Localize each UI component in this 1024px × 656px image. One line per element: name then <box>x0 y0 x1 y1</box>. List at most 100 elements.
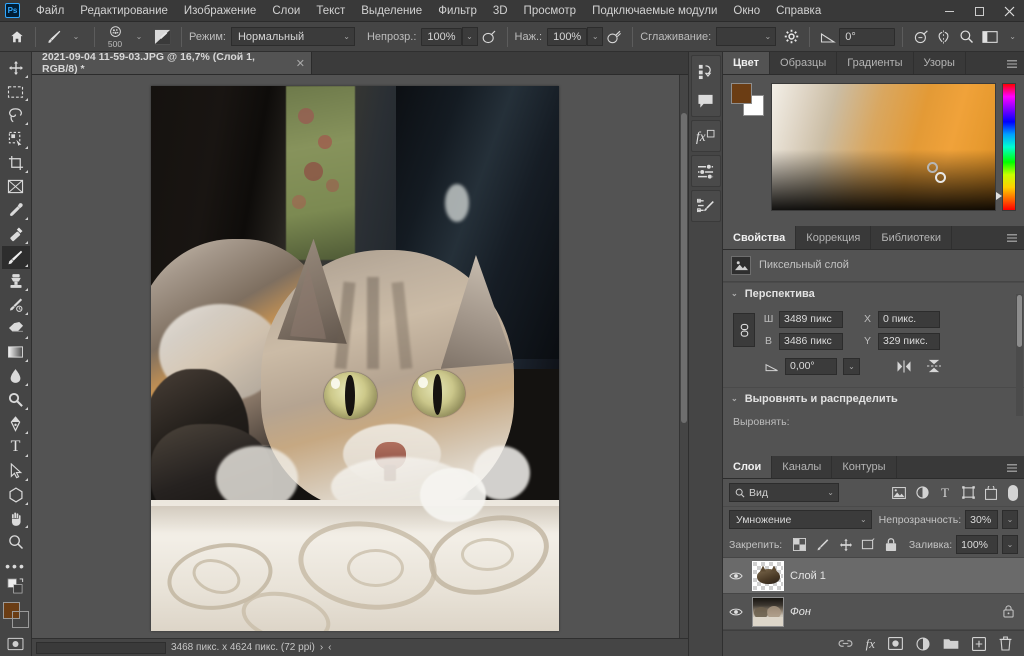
lock-position-icon[interactable] <box>836 536 855 554</box>
pressure-size-icon[interactable] <box>910 26 932 48</box>
path-selection-tool[interactable] <box>2 459 30 483</box>
workspace-chevron-down-icon[interactable]: ⌄ <box>1009 32 1016 41</box>
flow-input[interactable]: 100% <box>547 27 588 46</box>
menu-item-help[interactable]: Справка <box>768 2 829 20</box>
menu-item-text[interactable]: Текст <box>308 2 353 20</box>
fill-input[interactable]: 100% <box>956 535 999 554</box>
flip-horizontal-icon[interactable] <box>896 360 912 373</box>
table-row[interactable]: Фон <box>723 594 1024 630</box>
canvas-viewport[interactable] <box>32 75 688 638</box>
opacity-input[interactable]: 100% <box>421 27 462 46</box>
minimize-button[interactable] <box>934 0 964 22</box>
menu-item-layers[interactable]: Слои <box>264 2 308 20</box>
new-group-icon[interactable] <box>943 637 959 650</box>
zoom-tool[interactable] <box>2 530 30 554</box>
horizontal-type-tool[interactable]: T <box>2 436 30 460</box>
tab-swatches[interactable]: Образцы <box>770 52 838 75</box>
rotation-caret[interactable]: ⌄ <box>843 357 860 375</box>
layer-name[interactable]: Фон <box>790 606 997 618</box>
home-icon[interactable] <box>6 26 28 48</box>
adjustments-icon[interactable] <box>692 156 720 186</box>
y-input[interactable]: 329 пикс. <box>878 332 940 350</box>
brush-tool-preset-caret[interactable]: ⌄ <box>65 26 87 48</box>
menu-item-edit[interactable]: Редактирование <box>72 2 176 20</box>
menu-item-filter[interactable]: Фильтр <box>430 2 485 20</box>
new-adjustment-layer-icon[interactable] <box>916 636 930 651</box>
eraser-tool[interactable] <box>2 317 30 341</box>
status-chevron-icon[interactable]: ‹ <box>328 642 331 653</box>
link-layers-icon[interactable] <box>838 638 853 649</box>
layer-thumbnail[interactable] <box>752 596 784 627</box>
pressure-opacity-icon[interactable] <box>478 26 500 48</box>
maximize-button[interactable] <box>964 0 994 22</box>
color-ramp[interactable] <box>771 83 996 212</box>
width-input[interactable]: 3489 пикс <box>779 310 843 328</box>
panel-menu-icon[interactable] <box>1006 456 1018 480</box>
airbrush-icon[interactable] <box>603 26 625 48</box>
menu-item-3d[interactable]: 3D <box>485 2 516 20</box>
height-input[interactable]: 3486 пикс <box>779 332 843 350</box>
chevron-down-icon[interactable]: ⌄ <box>731 394 738 403</box>
panel-menu-icon[interactable] <box>1006 52 1018 76</box>
layer-filter-select[interactable]: Вид ⌄ <box>729 483 839 502</box>
canvas-vertical-scrollbar[interactable] <box>679 75 688 638</box>
blend-mode-select[interactable]: Нормальный ⌄ <box>230 27 355 46</box>
dodge-tool[interactable] <box>2 388 30 412</box>
menu-item-select[interactable]: Выделение <box>353 2 430 20</box>
tab-channels[interactable]: Каналы <box>772 455 833 478</box>
polygon-tool[interactable] <box>2 483 30 507</box>
tab-gradients[interactable]: Градиенты <box>837 52 914 75</box>
layer-blend-mode-select[interactable]: Умножение ⌄ <box>729 510 872 529</box>
color-ramp-cursor[interactable] <box>935 172 946 184</box>
status-arrow-icon[interactable]: › <box>320 642 323 653</box>
background-color-swatch[interactable] <box>11 610 29 628</box>
gradient-tool[interactable] <box>2 341 30 365</box>
lasso-tool[interactable] <box>2 103 30 127</box>
eyedropper-tool[interactable] <box>2 198 30 222</box>
quick-selection-tool[interactable] <box>2 127 30 151</box>
status-horizontal-scrollbar[interactable] <box>36 641 166 654</box>
properties-scroll-thumb[interactable] <box>1017 294 1022 347</box>
tab-color[interactable]: Цвет <box>723 52 771 75</box>
crop-tool[interactable] <box>2 151 30 175</box>
hue-marker[interactable] <box>996 192 1002 201</box>
filter-type-icon[interactable]: T <box>936 484 954 502</box>
pen-tool[interactable] <box>2 412 30 436</box>
layer-opacity-caret[interactable]: ⌄ <box>1002 510 1018 529</box>
new-layer-icon[interactable] <box>972 636 986 651</box>
color-panel-foreground-swatch[interactable] <box>731 83 752 105</box>
quick-mask-icon[interactable] <box>2 632 30 656</box>
history-brush-tool[interactable] <box>2 293 30 317</box>
layer-visibility-toggle[interactable] <box>726 607 746 617</box>
brush-preset-caret[interactable]: ⌄ <box>128 26 150 48</box>
menu-item-plugins[interactable]: Подключаемые модули <box>584 2 725 20</box>
close-button[interactable] <box>994 0 1024 22</box>
x-input[interactable]: 0 пикс. <box>878 310 940 328</box>
canvas-scroll-thumb[interactable] <box>681 113 687 423</box>
history-icon[interactable] <box>692 56 720 86</box>
image-canvas[interactable] <box>151 86 559 631</box>
filter-pixel-icon[interactable] <box>890 484 908 502</box>
brush-tool[interactable] <box>1 245 30 270</box>
comments-icon[interactable] <box>692 86 720 116</box>
spot-healing-brush-tool[interactable] <box>2 222 30 246</box>
brush-angle-input[interactable]: 0° <box>839 27 896 46</box>
lock-artboard-icon[interactable] <box>859 536 878 554</box>
move-tool[interactable] <box>2 56 30 80</box>
hand-tool[interactable] <box>2 507 30 531</box>
clone-stamp-tool[interactable] <box>2 269 30 293</box>
brush-settings-icon[interactable] <box>692 191 720 221</box>
menu-item-file[interactable]: Файл <box>28 2 72 20</box>
edit-toolbar-ellipsis-icon[interactable]: ••• <box>2 554 30 578</box>
tab-patterns[interactable]: Узоры <box>914 52 966 75</box>
filter-shape-icon[interactable] <box>959 484 977 502</box>
flow-slider-caret[interactable]: ⌄ <box>587 27 604 46</box>
tab-adjustments[interactable]: Коррекция <box>796 226 872 249</box>
layer-styles-fx-icon[interactable]: fx <box>692 121 720 151</box>
brush-panel-icon[interactable] <box>150 26 174 48</box>
panel-menu-icon[interactable] <box>1006 226 1018 250</box>
tab-paths[interactable]: Контуры <box>832 455 897 478</box>
filter-smart-object-icon[interactable] <box>982 484 1000 502</box>
transform-section-header[interactable]: ⌄ Перспектива <box>723 281 1024 305</box>
add-layer-style-fx-icon[interactable]: fx <box>866 636 875 652</box>
